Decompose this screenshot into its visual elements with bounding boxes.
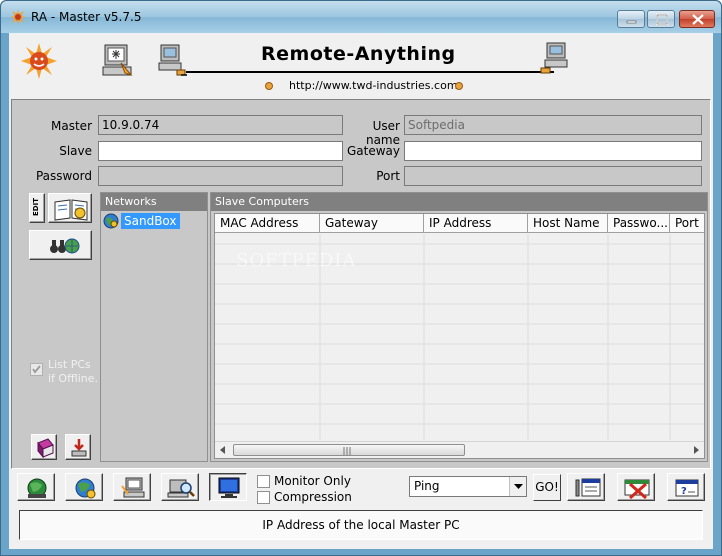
logo-sun-icon	[21, 43, 57, 79]
list-offline-checkbox[interactable]	[30, 363, 43, 376]
computer-plug-right-icon	[540, 42, 568, 74]
go-button[interactable]: GO!	[533, 474, 561, 501]
master-computer-icon	[102, 44, 133, 77]
compression-label: Compression	[274, 490, 352, 504]
app-icon	[10, 9, 26, 25]
client-area: Remote-Anything http://www.twd-industrie…	[9, 33, 713, 549]
action-select-value: Ping	[414, 479, 440, 493]
networks-heading: Networks	[101, 193, 207, 211]
close-icon	[692, 14, 704, 25]
column-header-hostname[interactable]: Host Name	[528, 214, 608, 233]
slave-computers-heading: Slave Computers	[211, 193, 707, 211]
maximize-icon	[656, 14, 668, 25]
edit-button[interactable]: EDIT	[29, 193, 45, 223]
internet-button[interactable]	[65, 473, 103, 501]
network-item-label: SandBox	[121, 213, 180, 229]
window-title: RA - Master v5.7.5	[31, 10, 142, 24]
status-bar: IP Address of the local Master PC	[19, 510, 703, 540]
connect-button[interactable]	[17, 473, 55, 501]
address-book-button[interactable]	[48, 193, 92, 223]
title-bar[interactable]: RA - Master v5.7.5	[1, 1, 721, 33]
website-url[interactable]: http://www.twd-industries.com	[289, 79, 458, 92]
networks-pane: Networks SandBox	[100, 192, 208, 462]
column-header-mac[interactable]: MAC Address	[215, 214, 320, 233]
maximize-button[interactable]	[647, 10, 675, 28]
internet-globe-icon	[75, 478, 96, 499]
slave-label: Slave	[59, 144, 92, 158]
chevron-down-icon	[514, 484, 523, 489]
monitor-only-checkbox[interactable]	[257, 475, 270, 488]
book-button[interactable]	[31, 434, 57, 460]
remote-computer-icon	[121, 477, 145, 498]
compression-checkbox[interactable]	[257, 491, 270, 504]
scrollbar-thumb[interactable]	[233, 444, 465, 456]
globe-icon	[27, 478, 47, 498]
bullet-dot-right	[455, 82, 463, 90]
column-header-password[interactable]: Passwo...	[608, 214, 670, 233]
help-icon: ?	[675, 479, 699, 497]
list-offline-label-1: List PCs	[48, 358, 91, 371]
computer-plug-left-icon	[158, 44, 187, 76]
brand-title: Remote-Anything	[261, 43, 456, 65]
list-offline-label-2: if Offline.	[48, 372, 99, 385]
checkmark-icon	[32, 365, 41, 374]
column-header-gateway[interactable]: Gateway	[320, 214, 424, 233]
svg-text:?: ?	[681, 486, 687, 497]
column-header-ip[interactable]: IP Address	[424, 214, 528, 233]
monitor-icon	[218, 477, 240, 498]
book-icon	[37, 438, 54, 459]
username-label: User name	[365, 119, 400, 147]
download-arrow-icon	[71, 439, 87, 457]
port-field	[404, 166, 702, 186]
port-label: Port	[376, 169, 400, 183]
open-book-icon	[54, 199, 88, 221]
app-window: RA - Master v5.7.5 Remote-Anything http:…	[0, 0, 722, 556]
gateway-field[interactable]	[404, 141, 702, 161]
remote-control-button[interactable]	[113, 473, 151, 501]
network-item-sandbox[interactable]: SandBox	[103, 213, 180, 231]
minimize-icon	[626, 20, 637, 24]
minimize-button[interactable]	[617, 10, 645, 28]
brand-underline	[186, 71, 554, 73]
download-button[interactable]	[65, 434, 91, 460]
dropdown-arrow[interactable]	[509, 477, 526, 496]
edit-label: EDIT	[32, 198, 40, 216]
scroll-left-icon[interactable]	[218, 445, 228, 455]
password-label: Password	[35, 169, 92, 183]
help-button[interactable]: ?	[667, 473, 705, 501]
close-button[interactable]	[679, 10, 715, 28]
gateway-label: Gateway	[346, 144, 400, 158]
monitor-only-label: Monitor Only	[274, 474, 351, 488]
main-panel: Master 10.9.0.74 Slave Password User nam…	[11, 99, 711, 469]
disconnect-button[interactable]	[617, 473, 655, 501]
tools-window-icon	[575, 478, 601, 497]
scan-button[interactable]	[161, 473, 199, 501]
magnifier-computer-icon	[167, 479, 195, 498]
header-band: Remote-Anything http://www.twd-industrie…	[9, 33, 713, 97]
action-select[interactable]: Ping	[409, 476, 527, 497]
binoculars-globe-icon	[50, 238, 80, 254]
column-header-port[interactable]: Port	[670, 214, 704, 233]
bullet-dot-left	[265, 82, 273, 90]
master-field: 10.9.0.74	[98, 115, 343, 135]
password-field	[98, 166, 343, 186]
scroll-right-icon[interactable]	[691, 445, 701, 455]
desktop-view-button[interactable]	[209, 473, 247, 501]
horizontal-scrollbar[interactable]	[215, 441, 704, 458]
tools-button[interactable]	[567, 473, 605, 501]
username-field: Softpedia	[404, 115, 702, 135]
slave-computers-pane: Slave Computers MAC Address Gateway IP A…	[210, 192, 708, 462]
master-label: Master	[51, 119, 92, 133]
network-globe-icon	[103, 213, 119, 229]
scroll-grip-icon	[343, 447, 351, 455]
disconnect-icon	[624, 479, 650, 500]
slave-field[interactable]	[98, 141, 343, 161]
search-network-button[interactable]	[29, 230, 92, 260]
watermark-text: SOFTPEDIA	[236, 250, 357, 271]
